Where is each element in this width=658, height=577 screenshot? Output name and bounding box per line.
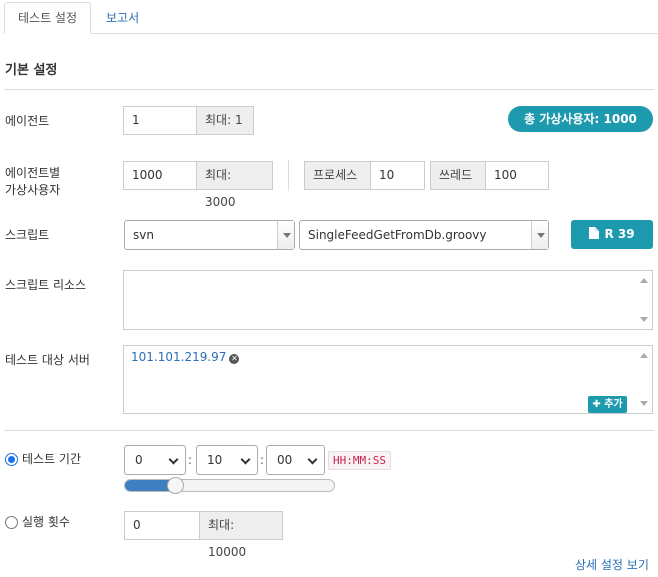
scrollbar[interactable] [636,271,652,329]
process-addon: 프로세스 [304,161,371,190]
time-format-hint: HH:MM:SS [328,451,391,470]
advanced-settings-link[interactable]: 상세 설정 보기 [575,556,649,573]
thread-input[interactable]: 100 [485,161,549,190]
target-servers-label: 테스트 대상 서버 [5,353,90,367]
section-divider [4,89,654,90]
chevron-down-icon [307,454,318,465]
run-count-input[interactable]: 0 [124,511,200,540]
time-colon: : [260,453,265,467]
time-colon: : [188,453,193,467]
vuser-label-line2: 가상사용자 [5,183,61,197]
scroll-up-icon[interactable] [640,278,648,283]
run-count-label: 실행 횟수 [22,515,70,529]
run-count-max-addon: 최대: 10000 [199,511,283,559]
section-divider [4,430,654,431]
script-resources-textarea[interactable] [123,270,653,330]
add-server-label: 추가 [604,399,623,410]
duration-minutes-select[interactable]: 10 [196,445,258,475]
tab-report[interactable]: 보고서 [92,2,154,34]
script-repo-select[interactable]: svn [124,220,295,250]
chevron-down-icon [168,454,179,465]
revision-label: R 39 [604,227,635,241]
seconds-value: 00 [277,453,293,467]
hours-value: 0 [135,453,143,467]
field-separator [288,160,289,191]
script-file-value: SingleFeedGetFromDb.groovy [308,228,487,242]
agent-max-addon: 최대: 1 [196,106,254,135]
add-server-button[interactable]: ✚ 추가 [588,396,627,413]
agent-label: 에이전트 [5,114,50,128]
tab-test-settings[interactable]: 테스트 설정 [4,2,92,34]
agent-count-input[interactable]: 1 [123,106,197,135]
scrollbar[interactable] [636,346,652,413]
script-file-select[interactable]: SingleFeedGetFromDb.groovy [299,220,549,250]
scroll-down-icon[interactable] [640,317,648,322]
vuser-per-agent-input[interactable]: 1000 [123,161,197,190]
plus-icon: ✚ [592,399,601,410]
process-input[interactable]: 10 [370,161,425,190]
dropdown-arrow-icon [531,221,548,249]
thread-addon: 쓰레드 [430,161,486,190]
script-repo-value: svn [133,228,154,242]
vuser-max-addon: 최대: 3000 [196,161,273,209]
script-revision-button[interactable]: R 39 [571,220,653,249]
script-resources-label: 스크립트 리소스 [5,278,87,292]
scroll-up-icon[interactable] [640,353,648,358]
target-servers-box[interactable]: 101.101.219.97 ✕ [123,345,653,414]
duration-seconds-select[interactable]: 00 [266,445,325,475]
duration-radio[interactable] [5,453,18,466]
run-count-radio[interactable] [5,516,18,529]
section-title: 기본 설정 [5,63,58,78]
tab-divider [4,33,658,34]
vuser-label-line1: 에이전트별 [5,166,61,180]
slider-handle[interactable] [167,477,184,494]
duration-label: 테스트 기간 [22,452,82,466]
scroll-down-icon[interactable] [640,401,648,406]
duration-hours-select[interactable]: 0 [124,445,186,475]
duration-slider[interactable] [124,477,335,494]
dropdown-arrow-icon [277,221,294,249]
minutes-value: 10 [207,453,223,467]
chevron-down-icon [240,454,251,465]
remove-server-icon[interactable]: ✕ [229,354,240,364]
server-tag: 101.101.219.97 ✕ [131,350,240,364]
file-icon [589,227,600,239]
total-vusers-badge: 총 가상사용자: 1000 [508,106,653,132]
server-address: 101.101.219.97 [131,350,227,364]
script-label: 스크립트 [5,228,50,242]
vuser-per-agent-label: 에이전트별 가상사용자 [5,165,60,199]
